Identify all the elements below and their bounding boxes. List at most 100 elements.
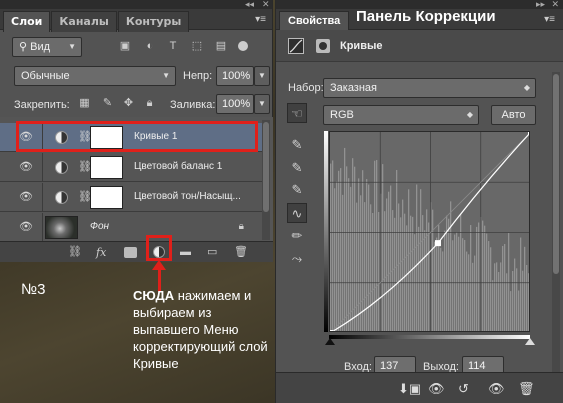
- histogram-bar: [468, 254, 470, 331]
- histogram-bar: [474, 255, 476, 331]
- preset-dropdown[interactable]: Заказная ◆: [323, 78, 536, 98]
- on-image-adjust-icon[interactable]: ☜: [287, 103, 307, 123]
- layer-row-color-balance[interactable]: 👁︎ ⛓ Цветовой баланс 1: [0, 153, 262, 182]
- trash-icon[interactable]: 🗑︎: [518, 381, 535, 397]
- adjustment-filter-icon[interactable]: ◐: [143, 40, 157, 53]
- histogram-bar: [478, 222, 480, 331]
- opacity-input[interactable]: 100%: [216, 66, 254, 86]
- view-previous-icon[interactable]: 👁︎: [428, 381, 445, 397]
- blend-mode-dropdown[interactable]: Обычные ▼: [14, 66, 176, 86]
- white-point-slider[interactable]: [525, 338, 535, 345]
- visibility-eye-icon[interactable]: 👁︎: [19, 191, 33, 203]
- sample-white-eyedropper-icon[interactable]: ✎: [287, 180, 307, 200]
- histogram-bar: [418, 226, 420, 331]
- link-icon[interactable]: ⛓: [68, 246, 82, 259]
- new-layer-icon[interactable]: ▭: [207, 246, 217, 259]
- histogram-bar: [450, 201, 452, 331]
- histogram-bar: [358, 178, 360, 331]
- output-gradient-bar: [324, 131, 328, 332]
- tab-paths[interactable]: Контуры: [117, 11, 190, 32]
- tab-properties[interactable]: Свойства: [279, 11, 350, 31]
- smooth-curve-icon[interactable]: ⤳: [287, 249, 307, 269]
- adjustment-layer-icon: [55, 191, 68, 204]
- lock-all-icon[interactable]: 🔒︎: [143, 97, 156, 110]
- histogram-bar: [494, 263, 496, 331]
- histogram-bar: [412, 216, 414, 331]
- properties-scrollbar-thumb[interactable]: [553, 74, 559, 274]
- panel-menu-icon[interactable]: ▾≡: [544, 14, 555, 25]
- curve-control-point[interactable]: [434, 240, 441, 247]
- histogram-bar: [452, 240, 454, 331]
- layer-row-background[interactable]: 👁︎ Фон 🔒︎: [0, 213, 262, 242]
- layers-scrollbar-thumb[interactable]: [263, 122, 269, 212]
- histogram-bar: [504, 243, 506, 331]
- properties-header: Кривые: [276, 30, 563, 62]
- histogram-bar: [338, 170, 340, 331]
- histogram-bar: [382, 164, 384, 331]
- layer-mask-thumbnail[interactable]: [90, 156, 123, 179]
- curve-control-point[interactable]: [528, 132, 531, 135]
- shape-filter-icon[interactable]: ⬚: [190, 40, 204, 53]
- lock-transparency-icon[interactable]: ▦: [78, 97, 91, 110]
- layer-name[interactable]: Фон: [90, 221, 109, 232]
- collapse-icon[interactable]: ▸▸: [536, 0, 545, 10]
- properties-scrollbar[interactable]: [552, 72, 560, 372]
- curves-icon[interactable]: [288, 38, 304, 54]
- histogram-bar: [344, 147, 346, 331]
- curves-graph[interactable]: [329, 131, 530, 332]
- tab-channels[interactable]: Каналы: [51, 11, 117, 32]
- trash-icon[interactable]: 🗑︎: [234, 246, 248, 259]
- fill-input[interactable]: 100%: [216, 94, 254, 114]
- reset-icon[interactable]: ↺: [458, 381, 469, 397]
- layer-row-hue-saturation[interactable]: 👁︎ ⛓ Цветовой тон/Насыщ...: [0, 183, 262, 212]
- fill-stepper[interactable]: ▼: [254, 94, 270, 114]
- visibility-eye-icon[interactable]: 👁︎: [19, 221, 33, 233]
- black-point-slider[interactable]: [325, 338, 335, 345]
- auto-button[interactable]: Авто: [491, 105, 536, 125]
- close-icon[interactable]: ✕: [551, 0, 559, 10]
- histogram-bar: [476, 226, 478, 331]
- histogram-bar: [456, 232, 458, 331]
- layer-filter-dropdown[interactable]: ⚲ Вид ▼: [12, 37, 82, 57]
- histogram-bar: [332, 160, 334, 331]
- lock-pixels-icon[interactable]: ✎: [101, 97, 114, 110]
- adjustment-type: Кривые: [340, 40, 383, 52]
- layer-name[interactable]: Цветовой тон/Насыщ...: [134, 191, 241, 202]
- type-filter-icon[interactable]: T: [166, 40, 180, 53]
- histogram-bar: [360, 195, 362, 331]
- histogram-bar: [362, 170, 364, 331]
- collapse-icon[interactable]: ◂◂: [245, 0, 254, 10]
- curve-control-point[interactable]: [330, 330, 333, 333]
- histogram-bar: [510, 291, 512, 331]
- channel-dropdown[interactable]: RGB ◆: [323, 105, 479, 125]
- fx-icon[interactable]: fx: [96, 246, 106, 259]
- fill-label: Заливка:: [170, 99, 216, 111]
- histogram-bar: [440, 247, 442, 331]
- layer-mask-thumbnail[interactable]: [90, 186, 123, 209]
- panel-grip[interactable]: ◂◂ ✕: [0, 0, 272, 9]
- edit-points-curve-icon[interactable]: ∿: [287, 203, 307, 223]
- lock-label: Закрепить:: [14, 99, 70, 111]
- new-group-icon[interactable]: ▬: [180, 246, 191, 259]
- opacity-stepper[interactable]: ▼: [254, 66, 270, 86]
- panel-menu-icon[interactable]: ▾≡: [255, 14, 266, 25]
- histogram-bar: [400, 217, 402, 331]
- draw-curve-pencil-icon[interactable]: ✏: [287, 226, 307, 246]
- smart-object-filter-icon[interactable]: ▤: [214, 40, 228, 53]
- filter-toggle-icon[interactable]: [238, 41, 248, 51]
- histogram-bar: [416, 184, 418, 331]
- clip-to-layer-icon[interactable]: ⬇▣: [398, 381, 421, 397]
- sample-black-eyedropper-icon[interactable]: ✎: [287, 135, 307, 155]
- mask-icon[interactable]: [316, 39, 330, 53]
- curves-svg[interactable]: [330, 132, 530, 332]
- visibility-icon[interactable]: 👁︎: [488, 381, 505, 397]
- pixel-filter-icon[interactable]: ▣: [118, 40, 132, 53]
- sample-gray-eyedropper-icon[interactable]: ✎: [287, 158, 307, 178]
- layer-name[interactable]: Цветовой баланс 1: [134, 161, 222, 172]
- close-icon[interactable]: ✕: [262, 0, 270, 10]
- preset-label: Набор:: [288, 82, 324, 94]
- tab-layers[interactable]: Слои: [3, 11, 51, 32]
- lock-position-icon[interactable]: ✥: [122, 97, 135, 110]
- visibility-eye-icon[interactable]: 👁︎: [19, 161, 33, 173]
- add-mask-icon[interactable]: [124, 247, 137, 258]
